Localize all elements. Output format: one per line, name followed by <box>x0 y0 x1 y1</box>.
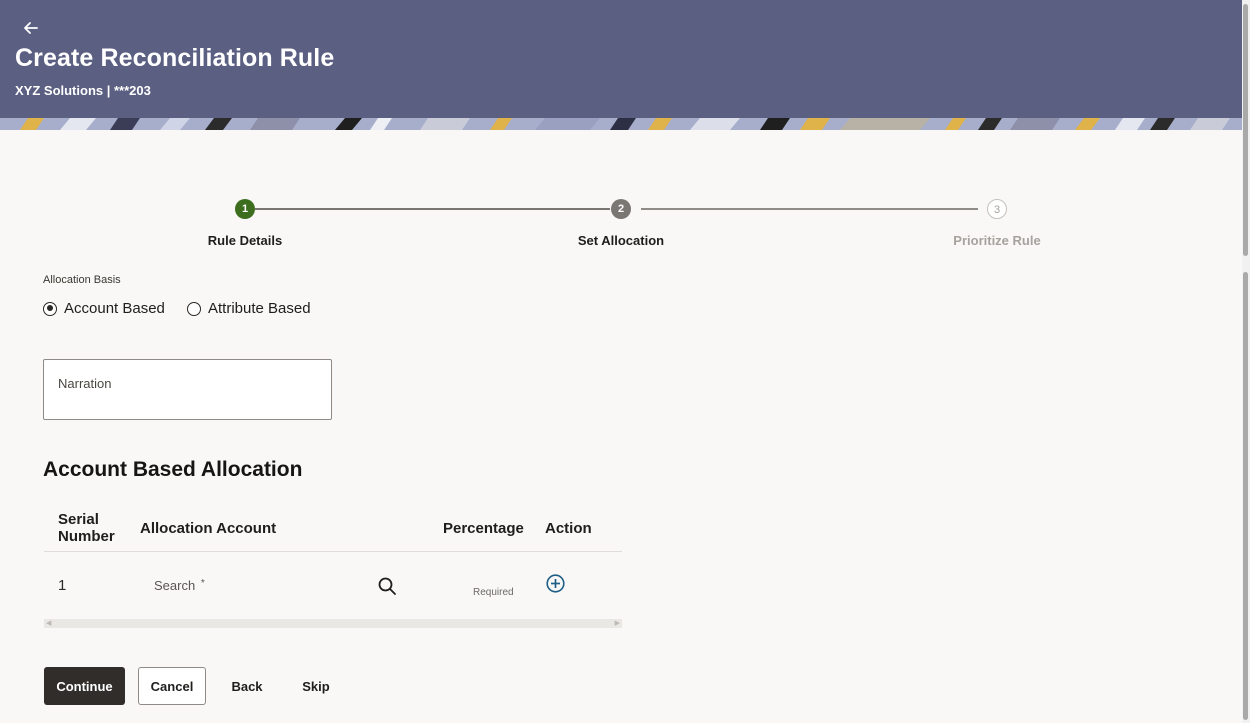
back-arrow-icon[interactable] <box>20 16 44 40</box>
step-2-label: Set Allocation <box>577 233 665 248</box>
row-serial-number: 1 <box>58 577 67 594</box>
column-header-serial-line1: Serial <box>58 511 99 528</box>
stepper-connector-1 <box>255 208 610 210</box>
table-header-divider <box>44 551 622 552</box>
column-header-account: Allocation Account <box>140 520 277 537</box>
step-3-indicator: 3 <box>987 199 1007 219</box>
search-icon[interactable] <box>377 576 397 596</box>
step-1-indicator: 1 <box>235 199 255 219</box>
scroll-left-arrow-icon[interactable]: ◀ <box>46 619 51 628</box>
account-search-input[interactable]: Search * <box>154 578 205 593</box>
radio-attribute-based-label: Attribute Based <box>208 300 311 317</box>
table-horizontal-scrollbar[interactable]: ◀ ▶ <box>44 619 622 628</box>
required-asterisk: * <box>200 578 205 589</box>
back-button[interactable]: Back <box>225 667 269 705</box>
column-header-action: Action <box>545 520 592 537</box>
scroll-right-arrow-icon[interactable]: ▶ <box>615 619 620 628</box>
scrollbar-thumb-lower[interactable] <box>1243 272 1248 720</box>
stepper-connector-2 <box>641 208 978 210</box>
vertical-scrollbar[interactable] <box>1242 0 1250 723</box>
percentage-required-hint[interactable]: Required <box>473 587 514 598</box>
column-header-serial: Serial Number <box>58 511 115 545</box>
radio-button-checked[interactable] <box>43 301 57 316</box>
page-header: Create Reconciliation Rule XYZ Solutions… <box>0 0 1242 130</box>
scrollbar-thumb-upper[interactable] <box>1243 4 1248 256</box>
add-circle-icon[interactable] <box>546 574 565 593</box>
step-1-label: Rule Details <box>207 233 283 248</box>
narration-field[interactable]: Narration <box>43 359 332 420</box>
narration-label: Narration <box>58 376 112 391</box>
column-header-serial-line2: Number <box>58 528 115 545</box>
radio-button-unchecked[interactable] <box>187 301 201 316</box>
step-2-indicator: 2 <box>611 199 631 219</box>
skip-button[interactable]: Skip <box>294 667 338 705</box>
header-decorative-pattern <box>0 118 1242 130</box>
cancel-button[interactable]: Cancel <box>138 667 206 705</box>
radio-attribute-based[interactable]: Attribute Based <box>187 300 311 317</box>
radio-account-based[interactable]: Account Based <box>43 300 165 317</box>
continue-button[interactable]: Continue <box>44 667 125 705</box>
radio-account-based-label: Account Based <box>64 300 165 317</box>
section-title: Account Based Allocation <box>43 458 303 481</box>
column-header-percentage: Percentage <box>443 520 524 537</box>
page-subtitle: XYZ Solutions | ***203 <box>15 83 151 98</box>
step-3-label: Prioritize Rule <box>953 233 1041 248</box>
page-title: Create Reconciliation Rule <box>15 44 335 72</box>
account-search-placeholder: Search <box>154 578 196 593</box>
allocation-basis-label: Allocation Basis <box>43 274 121 286</box>
